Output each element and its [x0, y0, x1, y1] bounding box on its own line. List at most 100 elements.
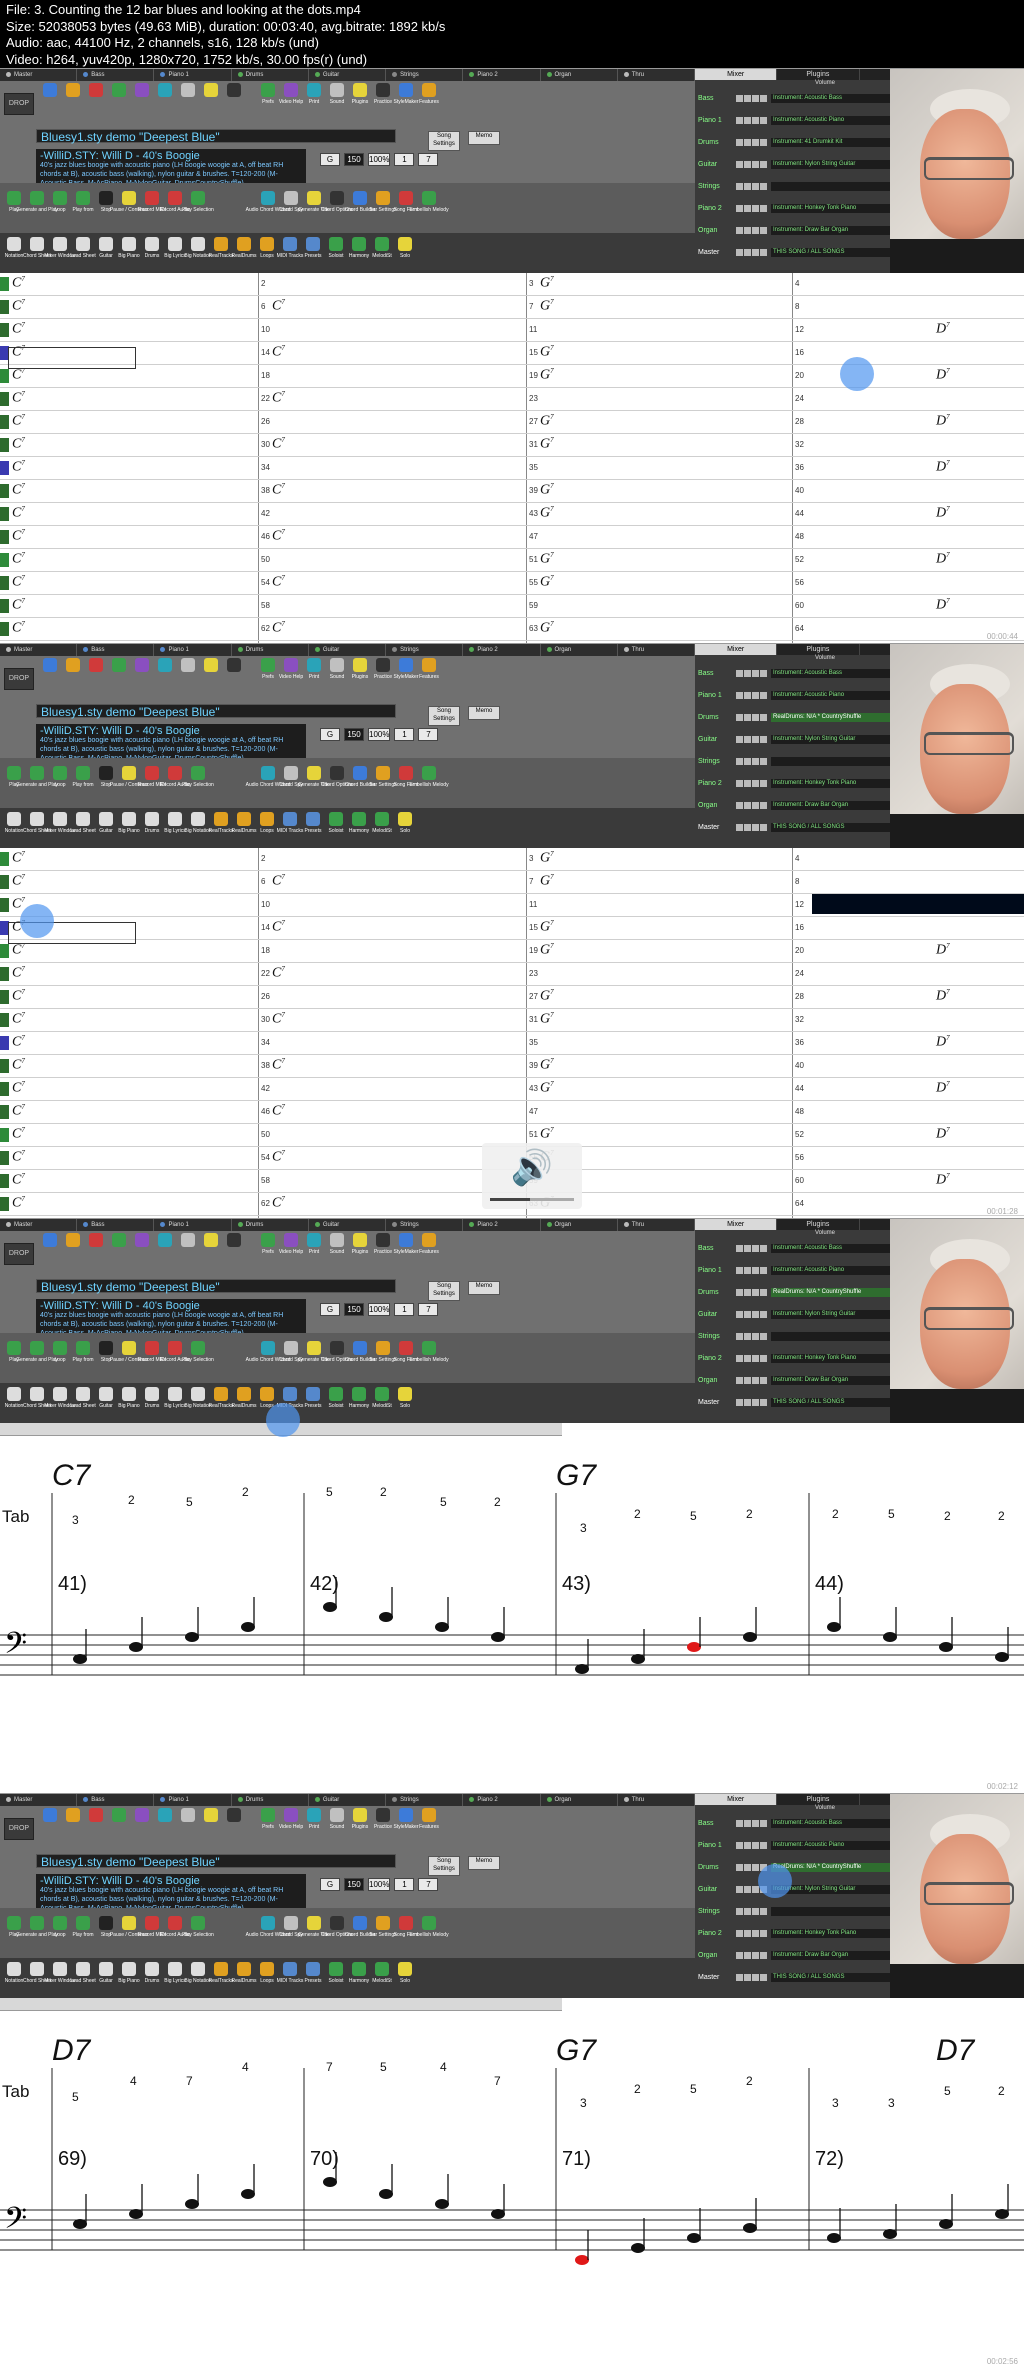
chord-symbol[interactable]: C7	[12, 1057, 25, 1074]
mixer-toggle-button[interactable]	[744, 1885, 751, 1893]
mixer-instrument[interactable]: RealDrums: N/A * CountryShuffle	[771, 1287, 893, 1297]
chord-symbol[interactable]: C7	[12, 1034, 25, 1051]
window-button[interactable]: Soloist	[326, 812, 346, 838]
note-head[interactable]	[743, 2223, 757, 2233]
mixer-instrument[interactable]: Instrument: Acoustic Bass	[771, 1243, 893, 1253]
chord-symbol[interactable]: C7	[272, 390, 285, 407]
start-field[interactable]: 1	[394, 728, 415, 741]
mixer-instrument[interactable]: Instrument: Nylon String Guitar	[771, 734, 893, 744]
note-head[interactable]	[241, 1622, 255, 1632]
mixer-toggle-button[interactable]	[752, 1951, 759, 1959]
track-tab[interactable]: Strings	[386, 644, 464, 656]
toolbar-button[interactable]	[40, 658, 60, 684]
mixer-toggle-button[interactable]	[752, 204, 759, 212]
bar-number[interactable]: 47	[529, 532, 538, 541]
mixer-instrument[interactable]: Instrument: Honkey Tonk Piano	[771, 1353, 893, 1363]
bar-number[interactable]: 36	[795, 463, 804, 472]
mixer-toggle-button[interactable]	[736, 1819, 743, 1827]
mixer-track-name[interactable]: Drums	[695, 1864, 736, 1871]
end-field[interactable]: 7	[418, 153, 439, 166]
memo-button[interactable]: Memo	[468, 1281, 500, 1295]
wizard-button[interactable]: Generate Title	[298, 191, 330, 217]
toolbar-button[interactable]: StyleMaker	[394, 1233, 419, 1259]
toolbar-button[interactable]: StyleMaker	[394, 83, 419, 109]
bar-number[interactable]: 8	[795, 302, 799, 311]
bar-number[interactable]: 15	[529, 923, 538, 932]
bar-number[interactable]: 34	[261, 1038, 270, 1047]
mixer-instrument[interactable]: THIS SONG / ALL SONGS	[771, 1972, 893, 1982]
mixer-instrument[interactable]: Instrument: Acoustic Bass	[771, 1818, 893, 1828]
window-button[interactable]: Guitar	[96, 237, 116, 263]
mixer-toggle-button[interactable]	[760, 801, 767, 809]
bar-number[interactable]: 12	[795, 900, 804, 909]
chord-symbol[interactable]: C7	[12, 620, 25, 637]
bar-number[interactable]: 30	[261, 1015, 270, 1024]
toolbar-button[interactable]: Sound	[327, 1808, 347, 1834]
mixer-toggle-button[interactable]	[760, 1841, 767, 1849]
track-tab[interactable]: Drums	[232, 644, 309, 656]
chord-symbol[interactable]: C7	[12, 1011, 25, 1028]
window-button[interactable]: Presets	[303, 812, 323, 838]
mixer-toggle-button[interactable]	[752, 669, 759, 677]
wizard-button[interactable]: Chord Spy	[279, 1341, 303, 1367]
transport-button[interactable]: Stop	[96, 191, 116, 217]
window-button[interactable]: Solo	[395, 812, 415, 838]
toolbar-button[interactable]: Video Help	[279, 83, 303, 109]
bar-number[interactable]: 10	[261, 325, 270, 334]
mixer-toggle-button[interactable]	[736, 248, 743, 256]
mixer-toggle-button[interactable]	[760, 779, 767, 787]
toolbar-button[interactable]	[155, 1233, 175, 1259]
song-settings-button[interactable]: Song Settings	[428, 706, 460, 726]
window-button[interactable]: Big Lyrics	[164, 1962, 186, 1988]
mixer-track-name[interactable]: Drums	[695, 1289, 736, 1296]
mixer-toggle-button[interactable]	[736, 138, 743, 146]
mixer-toggle-button[interactable]	[760, 735, 767, 743]
window-button[interactable]: Harmony	[349, 237, 369, 263]
mixer-toggle-button[interactable]	[752, 1863, 759, 1871]
bar-number[interactable]: 58	[261, 601, 270, 610]
mixer-track-name[interactable]: Piano 1	[695, 692, 736, 699]
chord-symbol[interactable]: C7	[12, 1195, 25, 1212]
mixer-toggle-button[interactable]	[744, 713, 751, 721]
window-button[interactable]: Harmony	[349, 1962, 369, 1988]
window-button[interactable]: Solo	[395, 1387, 415, 1413]
bar-number[interactable]: 42	[261, 509, 270, 518]
chord-symbol[interactable]: C7	[12, 321, 25, 338]
start-field[interactable]: 1	[394, 1878, 415, 1891]
mixer-toggle-button[interactable]	[752, 94, 759, 102]
toolbar-button[interactable]: Plugins	[350, 658, 370, 684]
chord-symbol[interactable]: C7	[12, 597, 25, 614]
mixer-tab-plugins[interactable]: Plugins	[777, 1794, 860, 1805]
mixer-instrument[interactable]: Instrument: Nylon String Guitar	[771, 159, 893, 169]
mixer-track-name[interactable]: Bass	[695, 670, 736, 677]
mixer-toggle-button[interactable]	[744, 823, 751, 831]
toolbar-button[interactable]: Print	[304, 83, 324, 109]
wizard-button[interactable]: Bar Settings	[369, 1341, 397, 1367]
chord-symbol[interactable]: C7	[12, 942, 25, 959]
chord-symbol[interactable]: C7	[12, 574, 25, 591]
window-button[interactable]: RealDrums	[232, 237, 257, 263]
mixer-track-name[interactable]: Master	[695, 249, 736, 256]
mixer-instrument[interactable]: THIS SONG / ALL SONGS	[771, 822, 893, 832]
song-settings-button[interactable]: Song Settings	[428, 1856, 460, 1876]
bar-number[interactable]: 6	[261, 302, 265, 311]
chord-symbol[interactable]: C7	[272, 298, 285, 315]
wizard-button[interactable]: Chord Options	[321, 191, 353, 217]
toolbar-button[interactable]	[63, 83, 83, 109]
wizard-button[interactable]: Audio Chord Wizard	[246, 191, 290, 217]
end-field[interactable]: 7	[418, 1303, 439, 1316]
track-tab[interactable]: Organ	[541, 644, 618, 656]
bar-number[interactable]: 34	[261, 463, 270, 472]
note-head[interactable]	[379, 2189, 393, 2199]
window-button[interactable]: MelodiSt	[372, 812, 392, 838]
mixer-toggle-button[interactable]	[744, 1398, 751, 1406]
mixer-toggle-button[interactable]	[736, 94, 743, 102]
mixer-instrument[interactable]: Instrument: Draw Bar Organ	[771, 1375, 893, 1385]
window-button[interactable]: RealTracks	[208, 1962, 234, 1988]
mixer-toggle-button[interactable]	[752, 1929, 759, 1937]
toolbar-button[interactable]	[109, 658, 129, 684]
chord-symbol[interactable]: G7	[540, 275, 554, 292]
window-button[interactable]: Big Notation	[184, 237, 212, 263]
window-button[interactable]: Notation	[4, 237, 24, 263]
track-tab[interactable]: Piano 1	[154, 644, 232, 656]
